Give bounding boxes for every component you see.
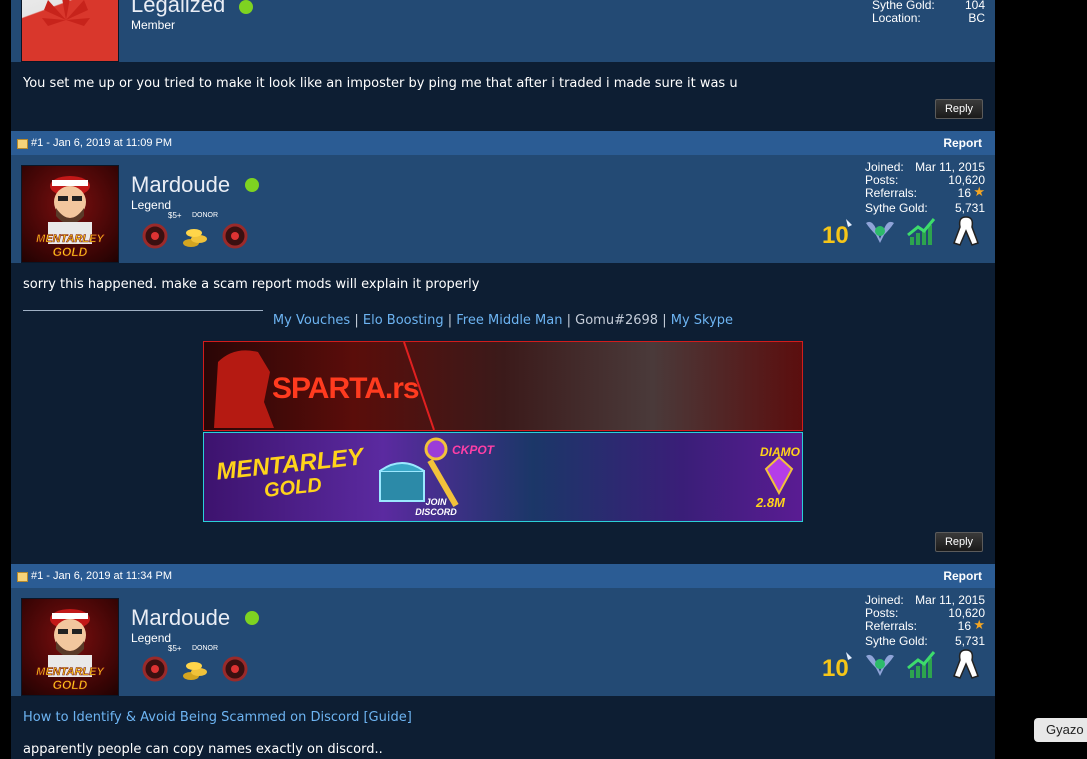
post-icon bbox=[17, 139, 28, 149]
rune-badge-icon[interactable] bbox=[140, 654, 170, 684]
stat-label: Referrals: bbox=[865, 186, 918, 200]
separator: | bbox=[447, 313, 453, 328]
badge-label-donor: DONOR bbox=[192, 212, 219, 219]
banner-discord: JOIN DISCORD bbox=[415, 497, 457, 517]
sparta-banner-text: SPARTA.rs bbox=[272, 372, 420, 405]
elo-boosting-link[interactable]: Elo Boosting bbox=[363, 313, 444, 328]
reply-button[interactable]: Reply bbox=[935, 99, 983, 119]
stat-value: 5,731 bbox=[954, 201, 985, 215]
post1-avatar[interactable]: MENTARLEY GOLD bbox=[21, 165, 119, 263]
post1-rank: Legend bbox=[131, 198, 172, 212]
stat-label: Sythe Gold: bbox=[865, 201, 928, 215]
banner-amount: 2.8M bbox=[756, 495, 785, 510]
post1-signature-links: My Vouches | Elo Boosting | Free Middle … bbox=[11, 313, 995, 328]
post1-stats: Joined: Mar 11, 2015 Posts: 10,620 Referra… bbox=[865, 161, 985, 215]
svg-text:MENTARLEY: MENTARLEY bbox=[36, 666, 105, 678]
stat-label: Location: bbox=[872, 11, 921, 25]
growth-chart-icon[interactable] bbox=[906, 215, 938, 247]
cartoon-avatar-icon: MENTARLEY GOLD bbox=[36, 609, 106, 692]
separator: | bbox=[354, 313, 359, 328]
post2-username[interactable]: Mardoude bbox=[131, 605, 230, 631]
post2-user-info: MENTARLEY GOLD Mardoude Legend $5+ DONOR… bbox=[11, 588, 995, 696]
post0-rank: Member bbox=[131, 18, 176, 32]
separator: | bbox=[566, 313, 572, 328]
post1-username[interactable]: Mardoude bbox=[131, 172, 230, 198]
post2-rank: Legend bbox=[131, 631, 172, 645]
badge-label-5plus: $5+ bbox=[168, 211, 182, 220]
awareness-ribbon-icon[interactable] bbox=[950, 648, 982, 680]
post1-message: sorry this happened. make a scam report … bbox=[23, 277, 480, 292]
svg-text:GOLD: GOLD bbox=[53, 245, 88, 259]
svg-text:10: 10 bbox=[822, 222, 849, 247]
post2-message: apparently people can copy names exactly… bbox=[23, 742, 383, 757]
winged-badge-icon[interactable] bbox=[864, 215, 896, 247]
cartoon-avatar-icon: MENTARLEY GOLD bbox=[36, 176, 106, 259]
post1-user-info: MENTARLEY GOLD Mardoude Legend $5+ DONOR… bbox=[11, 155, 995, 263]
winged-badge-icon[interactable] bbox=[864, 648, 896, 680]
online-status-icon bbox=[245, 611, 259, 625]
report-button[interactable]: Report bbox=[943, 569, 982, 583]
stat-value: 16 bbox=[957, 619, 971, 633]
post0-avatar[interactable] bbox=[21, 0, 119, 62]
mentarley-gold-banner[interactable]: MENTARLEY GOLD CKPOT JOIN DISCORD DIAMO … bbox=[203, 432, 803, 522]
ten-year-trophy-icon[interactable]: 10 bbox=[822, 215, 854, 247]
cannabis-leaf-icon bbox=[42, 0, 90, 26]
rune-badge-icon[interactable] bbox=[220, 654, 250, 684]
star-icon: ★ bbox=[973, 184, 985, 199]
my-skype-link[interactable]: My Skype bbox=[671, 313, 733, 328]
growth-chart-icon[interactable] bbox=[906, 648, 938, 680]
online-status-icon bbox=[245, 178, 259, 192]
post1-header: #1 - Jan 6, 2019 at 11:09 PM Report bbox=[11, 131, 995, 155]
banner-jackpot: CKPOT bbox=[452, 443, 494, 457]
discord-tag: Gomu#2698 bbox=[575, 313, 659, 328]
my-vouches-link[interactable]: My Vouches bbox=[273, 313, 350, 328]
free-middle-man-link[interactable]: Free Middle Man bbox=[456, 313, 562, 328]
gold-coins-icon[interactable] bbox=[180, 223, 210, 253]
rune-badge-icon[interactable] bbox=[220, 221, 250, 251]
sparta-banner[interactable]: SPARTA.rs bbox=[203, 341, 803, 431]
stat-label: Sythe Gold: bbox=[865, 634, 928, 648]
ten-year-trophy-icon[interactable]: 10 bbox=[822, 648, 854, 680]
stat-value: BC bbox=[968, 11, 985, 25]
post2-id-date[interactable]: #1 - Jan 6, 2019 at 11:34 PM bbox=[31, 570, 172, 582]
post2-avatar[interactable]: MENTARLEY GOLD bbox=[21, 598, 119, 696]
post1-id-date[interactable]: #1 - Jan 6, 2019 at 11:09 PM bbox=[31, 137, 172, 149]
rune-badge-icon[interactable] bbox=[140, 221, 170, 251]
stat-value: 16 bbox=[957, 186, 971, 200]
stat-value: 5,731 bbox=[954, 634, 985, 648]
badge-label-donor: DONOR bbox=[192, 645, 219, 652]
star-icon: ★ bbox=[973, 617, 985, 632]
badge-label-5plus: $5+ bbox=[168, 644, 182, 653]
banner-subtitle: GOLD bbox=[262, 474, 323, 502]
report-button[interactable]: Report bbox=[943, 136, 982, 150]
signature-divider bbox=[23, 310, 263, 311]
forum-thread: Legalized Member Sythe Gold: 104 Location… bbox=[11, 0, 995, 759]
post0-message: You set me up or you tried to make it lo… bbox=[23, 76, 738, 91]
svg-text:GOLD: GOLD bbox=[53, 678, 88, 692]
awareness-ribbon-icon[interactable] bbox=[950, 215, 982, 247]
post0-username[interactable]: Legalized bbox=[131, 0, 225, 18]
post2-header: #1 - Jan 6, 2019 at 11:34 PM Report bbox=[11, 564, 995, 588]
online-status-icon bbox=[239, 0, 253, 14]
post0-stats: Sythe Gold: 104 Location: BC bbox=[872, 0, 985, 25]
svg-text:MENTARLEY: MENTARLEY bbox=[36, 233, 105, 245]
purple-gem-icon bbox=[764, 455, 794, 495]
post0-user-info: Legalized Member Sythe Gold: 104 Location… bbox=[11, 0, 995, 62]
separator: | bbox=[662, 313, 667, 328]
post2-stats: Joined: Mar 11, 2015 Posts: 10,620 Referra… bbox=[865, 594, 985, 648]
guide-link[interactable]: How to Identify & Avoid Being Scammed on… bbox=[23, 710, 412, 725]
gold-coins-icon[interactable] bbox=[180, 656, 210, 686]
svg-text:10: 10 bbox=[822, 655, 849, 680]
gyazo-tooltip[interactable]: Gyazo bbox=[1034, 718, 1087, 742]
reply-button[interactable]: Reply bbox=[935, 532, 983, 552]
post-icon bbox=[17, 572, 28, 582]
stat-label: Referrals: bbox=[865, 619, 918, 633]
